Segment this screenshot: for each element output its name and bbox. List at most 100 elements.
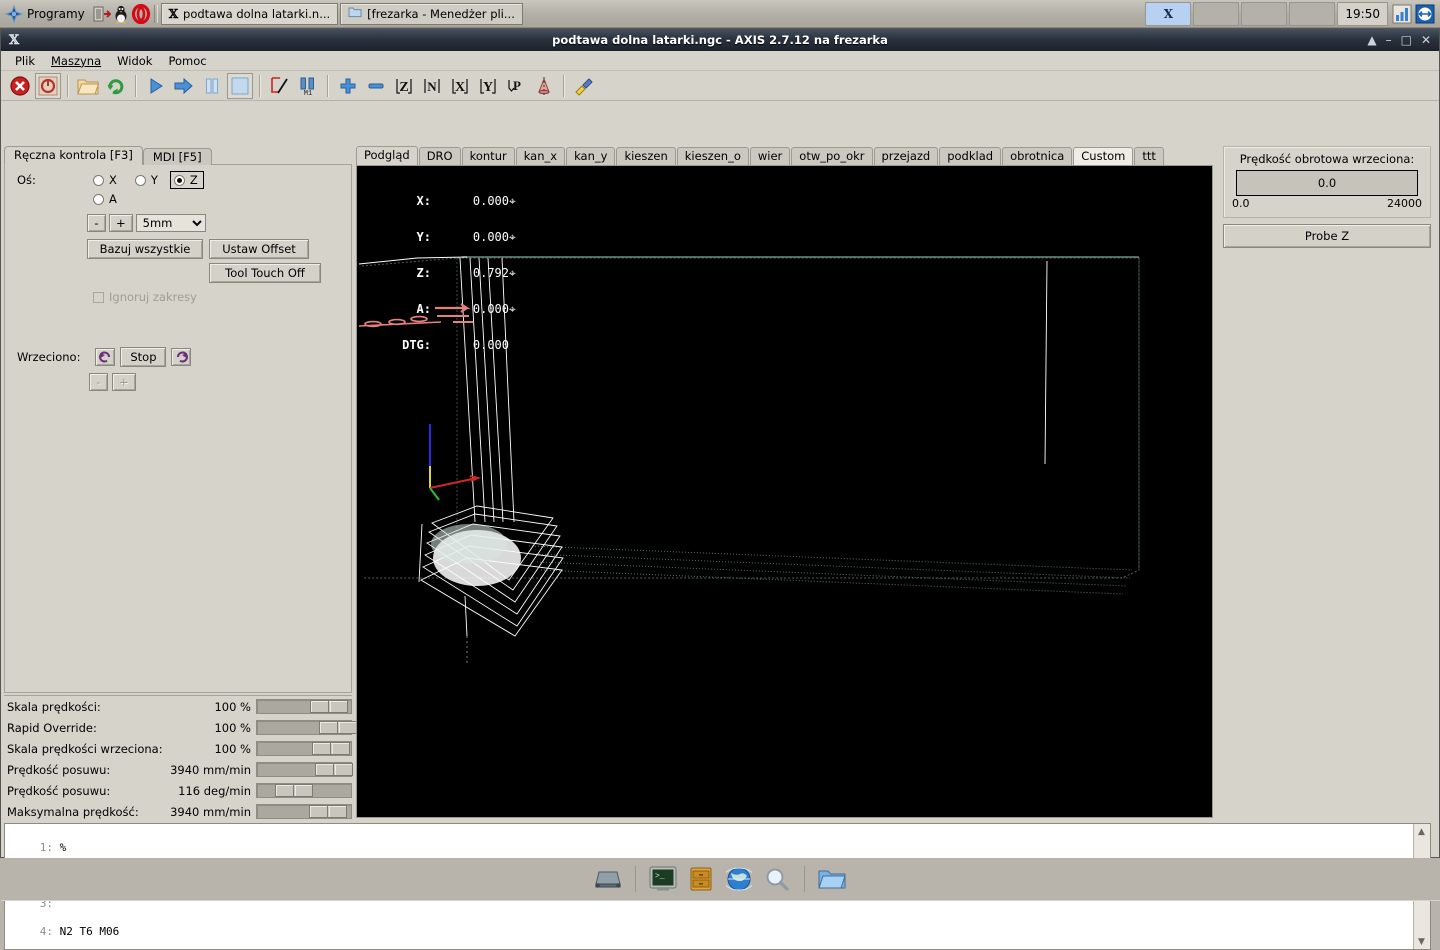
view-x-icon[interactable]: X — [447, 73, 473, 99]
opera-icon[interactable] — [131, 3, 151, 24]
view-y-icon[interactable]: Y — [475, 73, 501, 99]
view-p-icon[interactable]: P — [503, 73, 529, 99]
spindle-speed-plus-button[interactable]: + — [112, 373, 136, 391]
spindle-speed-value: 0.0 — [1317, 176, 1337, 190]
pager-workspace-3[interactable] — [1241, 1, 1288, 26]
toggle-block-delete-icon[interactable] — [267, 73, 293, 99]
run-program-icon[interactable] — [143, 73, 169, 99]
slider-row: Maksymalna prędkość: 3940 mm/min — [4, 801, 352, 822]
spindle-scale-max: 24000 — [1387, 197, 1422, 210]
clock[interactable]: 19:50 — [1337, 1, 1388, 26]
taskbar-window-filemanager[interactable]: [frezarka - Menedżer pli... — [340, 2, 523, 25]
radio-axis-x[interactable] — [93, 174, 104, 186]
tab-kan-x[interactable]: kan_x — [515, 147, 566, 165]
tab-kieszen[interactable]: kieszen — [616, 147, 676, 165]
spindle-stop-button[interactable]: Stop — [120, 347, 167, 367]
spindle-ccw-icon[interactable] — [95, 348, 116, 366]
close-window-button[interactable]: ✕ — [1421, 34, 1431, 46]
tab-custom[interactable]: Custom — [1073, 147, 1134, 165]
zoom-out-icon[interactable] — [363, 73, 389, 99]
maximize-window-button[interactable]: □ — [1401, 34, 1412, 46]
tab-otw-po-okr[interactable]: otw_po_okr — [791, 147, 873, 165]
radio-axis-z-group[interactable]: Z — [169, 171, 204, 189]
tab-podklad[interactable]: podklad — [939, 147, 1002, 165]
menu-pomoc[interactable]: Pomoc — [160, 52, 214, 70]
jog-increment-select[interactable]: 5mm — [135, 214, 206, 232]
tool-cone-icon[interactable] — [531, 73, 557, 99]
tool-touch-off-button[interactable]: Tool Touch Off — [209, 263, 321, 283]
terminal-icon[interactable]: >_ — [648, 864, 678, 894]
radio-axis-z[interactable] — [173, 174, 185, 186]
start-menu-button[interactable]: Programy — [0, 1, 91, 27]
radio-axis-a[interactable] — [93, 193, 104, 205]
spindle-group-label: Wrzeciono: — [17, 350, 81, 364]
rapid-override-slider[interactable] — [256, 720, 357, 735]
web-browser-icon[interactable] — [724, 864, 754, 894]
file-cabinet-icon[interactable] — [686, 864, 716, 894]
tab-dro[interactable]: DRO — [418, 147, 461, 165]
jog-minus-button[interactable]: - — [87, 214, 106, 232]
ignore-limits-label: Ignoruj zakresy — [109, 290, 197, 304]
jog-plus-button[interactable]: + — [109, 214, 133, 232]
workspace-switch-icon[interactable] — [1415, 4, 1435, 24]
spindle-cw-icon[interactable] — [171, 348, 192, 366]
menu-maszyna[interactable]: Maszyna — [43, 52, 109, 70]
taskbar: Programy 𝕏 podtawa dolna latarki.n... [f… — [0, 0, 1440, 28]
menu-plik[interactable]: Plik — [7, 52, 43, 70]
tab-przejazd[interactable]: przejazd — [873, 147, 939, 165]
max-velocity-slider[interactable] — [256, 804, 352, 819]
minimize-window-button[interactable]: – — [1386, 34, 1392, 46]
pager-workspace-1[interactable]: X — [1145, 1, 1192, 26]
pager-workspace-4[interactable] — [1289, 1, 1336, 26]
tab-kan-y[interactable]: kan_y — [566, 147, 616, 165]
jog-speed-angular-slider[interactable] — [256, 783, 352, 798]
reload-file-icon[interactable] — [103, 73, 129, 99]
jog-speed-linear-slider[interactable] — [256, 762, 353, 777]
search-icon[interactable] — [762, 864, 792, 894]
clear-plot-icon[interactable] — [571, 73, 597, 99]
scroll-down-arrow-icon[interactable]: ▼ — [1414, 934, 1429, 949]
tab-mdi[interactable]: MDI [F5] — [142, 148, 212, 165]
logout-icon[interactable] — [91, 4, 112, 24]
gcode-3d-viewport[interactable]: X: 0.000⌖ Y: 0.000⌖ Z: 0.792⌖ A: 0.000⌖ DTG:… — [356, 165, 1213, 818]
show-desktop-icon[interactable] — [593, 864, 623, 894]
tux-icon[interactable] — [111, 4, 131, 24]
window-titlebar[interactable]: 𝕏 podtawa dolna latarki.ngc - AXIS 2.7.1… — [1, 29, 1439, 51]
dock-items: >_ — [593, 864, 847, 894]
open-file-icon[interactable] — [75, 73, 101, 99]
zoom-in-icon[interactable] — [335, 73, 361, 99]
axis-main-window: 𝕏 podtawa dolna latarki.ngc - AXIS 2.7.1… — [0, 28, 1440, 950]
spindle-override-slider[interactable] — [256, 741, 352, 756]
taskbar-window-axis[interactable]: 𝕏 podtawa dolna latarki.n... — [160, 2, 339, 25]
stop-program-icon[interactable] — [227, 72, 253, 99]
pause-program-icon[interactable] — [199, 73, 225, 99]
home-all-button[interactable]: Bazuj wszystkie — [87, 239, 203, 259]
tab-kieszen-o[interactable]: kieszen_o — [676, 147, 749, 165]
tab-reczna-kontrola[interactable]: Ręczna kontrola [F3] — [4, 146, 143, 165]
spindle-speed-minus-button[interactable]: - — [89, 373, 108, 391]
tab-podglad[interactable]: Podgląd — [356, 146, 418, 165]
tab-ttt[interactable]: ttt — [1134, 147, 1164, 165]
estop-toggle-icon[interactable] — [7, 73, 33, 99]
shade-window-button[interactable]: ▲ — [1367, 34, 1376, 46]
toggle-optional-stop-icon[interactable]: M1 — [295, 73, 321, 99]
spindle-speed-scale: 0.0 24000 — [1230, 196, 1424, 210]
scroll-up-arrow-icon[interactable]: ▲ — [1414, 824, 1429, 839]
taskbar-window-filemanager-label: [frezarka - Menedżer pli... — [367, 6, 515, 21]
tab-obrotnica[interactable]: obrotnica — [1002, 147, 1073, 165]
set-offset-button[interactable]: Ustaw Offset — [209, 239, 309, 259]
probe-z-button[interactable]: Probe Z — [1223, 224, 1431, 248]
machine-power-icon[interactable] — [35, 72, 61, 99]
tab-wier[interactable]: wier — [749, 147, 791, 165]
feed-override-slider[interactable] — [256, 699, 352, 714]
view-z-icon[interactable]: Z — [391, 73, 417, 99]
radio-axis-y[interactable] — [134, 174, 146, 186]
step-program-icon[interactable] — [171, 73, 197, 99]
menu-widok[interactable]: Widok — [109, 52, 160, 70]
ignore-limits-checkbox[interactable] — [93, 291, 104, 303]
tab-kontur[interactable]: kontur — [461, 147, 515, 165]
view-z2-icon[interactable]: N — [419, 73, 445, 99]
folder-icon[interactable] — [817, 864, 847, 894]
network-monitor-icon[interactable] — [1392, 4, 1412, 24]
pager-workspace-2[interactable] — [1193, 1, 1240, 26]
